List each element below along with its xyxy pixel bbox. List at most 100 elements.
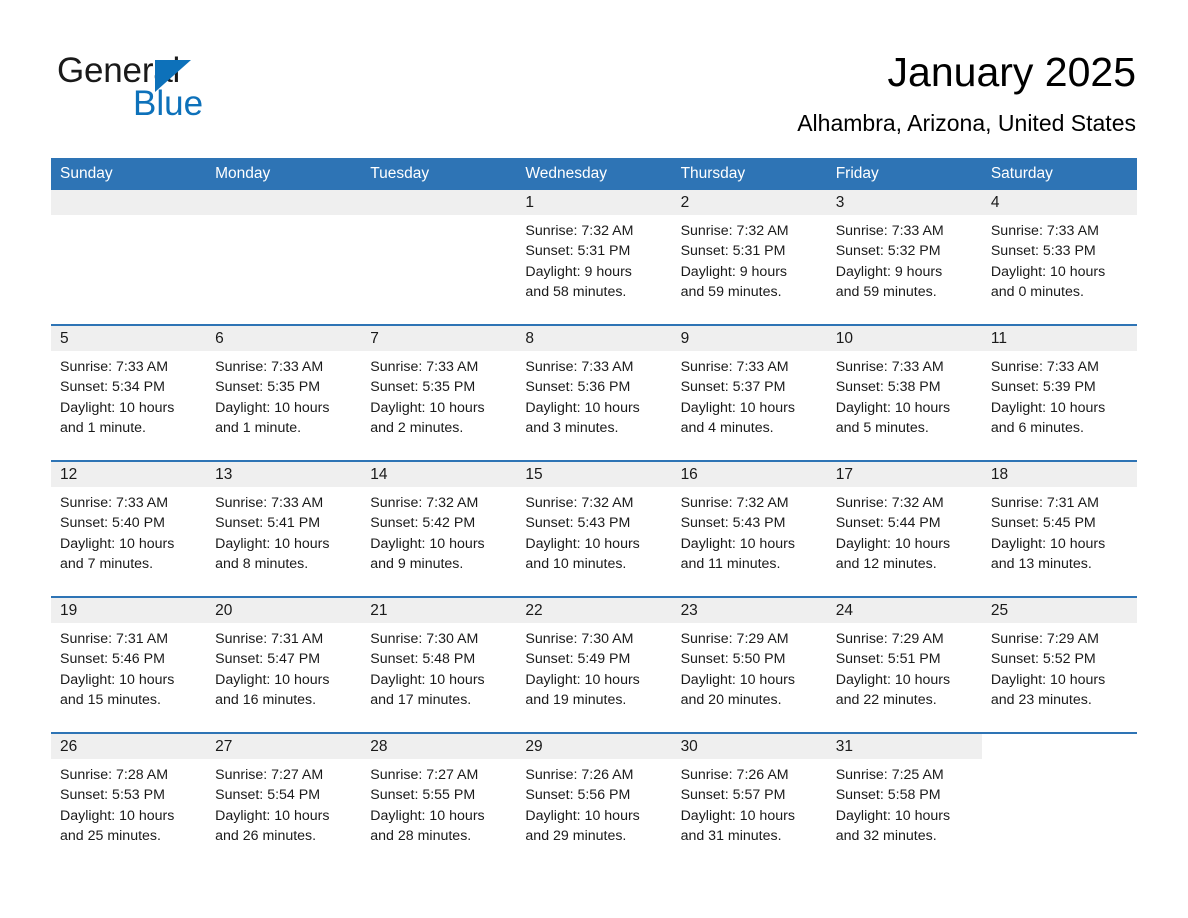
calendar-day-cell[interactable]: 2 Sunrise: 7:32 AM Sunset: 5:31 PM Daylight… bbox=[671, 190, 827, 325]
calendar-day-cell[interactable]: 21 Sunrise: 7:30 AM Sunset: 5:48 PM Dayligh… bbox=[361, 596, 517, 733]
day-detail-line: Sunset: 5:46 PM bbox=[60, 651, 165, 668]
day-detail-line: and 26 minutes. bbox=[215, 827, 317, 844]
day-detail-line: Sunset: 5:34 PM bbox=[60, 379, 165, 396]
calendar-day-cell[interactable]: 10 Sunrise: 7:33 AM Sunset: 5:38 PM Dayligh… bbox=[826, 324, 982, 461]
calendar-week-row: 19 Sunrise: 7:31 AM Sunset: 5:46 PM Dayligh… bbox=[51, 596, 1137, 733]
day-detail-line: Sunset: 5:49 PM bbox=[525, 651, 631, 668]
weekday-header-friday: Friday bbox=[826, 158, 982, 190]
day-detail-line: Sunrise: 7:26 AM bbox=[525, 767, 634, 783]
day-details bbox=[361, 215, 516, 221]
day-details: Sunrise: 7:32 AM Sunset: 5:43 PM Daylight:… bbox=[672, 487, 827, 574]
calendar-day-cell[interactable]: 9 Sunrise: 7:33 AM Sunset: 5:37 PM Daylight… bbox=[671, 324, 827, 461]
calendar-day-cell[interactable]: 20 Sunrise: 7:31 AM Sunset: 5:47 PM Dayligh… bbox=[206, 596, 362, 733]
day-detail-line: Sunrise: 7:33 AM bbox=[525, 359, 634, 375]
day-detail-line: and 19 minutes. bbox=[525, 691, 627, 708]
calendar-header-row: Sunday Monday Tuesday Wednesday Thursday Frid… bbox=[51, 158, 1137, 190]
calendar-day-cell[interactable]: 8 Sunrise: 7:33 AM Sunset: 5:36 PM Daylight… bbox=[516, 324, 672, 461]
calendar-day-cell[interactable]: 3 Sunrise: 7:33 AM Sunset: 5:32 PM Daylight… bbox=[826, 190, 982, 325]
day-details: Sunrise: 7:31 AM Sunset: 5:45 PM Daylight:… bbox=[982, 487, 1137, 574]
day-details: Sunrise: 7:32 AM Sunset: 5:31 PM Daylight:… bbox=[672, 215, 827, 302]
calendar-day-cell[interactable]: 5 Sunrise: 7:33 AM Sunset: 5:34 PM Daylight… bbox=[51, 324, 207, 461]
calendar-day-cell[interactable]: 17 Sunrise: 7:32 AM Sunset: 5:44 PM Dayligh… bbox=[826, 460, 982, 597]
day-detail-line: Daylight: 10 hours bbox=[680, 671, 795, 688]
calendar-day-cell[interactable]: 22 Sunrise: 7:30 AM Sunset: 5:49 PM Dayligh… bbox=[516, 596, 672, 733]
day-details: Sunrise: 7:33 AM Sunset: 5:38 PM Daylight:… bbox=[827, 351, 982, 438]
day-detail-line: and 32 minutes. bbox=[835, 827, 937, 844]
calendar-day-cell[interactable]: 14 Sunrise: 7:32 AM Sunset: 5:42 PM Dayligh… bbox=[361, 460, 517, 597]
general-blue-logo[interactable]: General Blue bbox=[57, 52, 317, 123]
calendar-day-cell[interactable]: 30 Sunrise: 7:26 AM Sunset: 5:57 PM Dayligh… bbox=[671, 732, 827, 868]
calendar-day-cell[interactable]: 23 Sunrise: 7:29 AM Sunset: 5:50 PM Dayligh… bbox=[671, 596, 827, 733]
day-detail-line: Daylight: 10 hours bbox=[370, 807, 485, 824]
day-detail-line: Sunset: 5:48 PM bbox=[370, 651, 476, 668]
calendar-day-cell[interactable]: 26 Sunrise: 7:28 AM Sunset: 5:53 PM Dayligh… bbox=[51, 732, 207, 868]
day-detail-line: and 23 minutes. bbox=[990, 691, 1092, 708]
day-detail-line: and 31 minutes. bbox=[680, 827, 782, 844]
day-detail-line: Daylight: 9 hours bbox=[835, 263, 943, 280]
calendar-day-cell[interactable]: 29 Sunrise: 7:26 AM Sunset: 5:56 PM Dayligh… bbox=[516, 732, 672, 868]
day-number: 8 bbox=[516, 326, 672, 351]
calendar-day-cell[interactable]: 31 Sunrise: 7:25 AM Sunset: 5:58 PM Dayligh… bbox=[826, 732, 982, 868]
day-number: 21 bbox=[361, 598, 517, 623]
day-detail-line: Daylight: 10 hours bbox=[680, 399, 795, 416]
day-detail-line: Sunrise: 7:32 AM bbox=[835, 495, 944, 511]
calendar-day-cell[interactable]: 7 Sunrise: 7:33 AM Sunset: 5:35 PM Daylight… bbox=[361, 324, 517, 461]
day-number: 14 bbox=[361, 462, 517, 487]
day-detail-line: Sunrise: 7:26 AM bbox=[680, 767, 789, 783]
day-detail-line: and 15 minutes. bbox=[60, 691, 161, 708]
day-detail-line: Daylight: 10 hours bbox=[60, 807, 175, 824]
day-detail-line: Sunset: 5:43 PM bbox=[680, 515, 786, 532]
day-detail-line: Sunset: 5:45 PM bbox=[990, 515, 1096, 532]
calendar-empty-cell bbox=[51, 190, 207, 325]
calendar-day-cell[interactable]: 11 Sunrise: 7:33 AM Sunset: 5:39 PM Dayligh… bbox=[981, 324, 1137, 461]
day-details: Sunrise: 7:31 AM Sunset: 5:47 PM Daylight:… bbox=[206, 623, 361, 710]
calendar-day-cell[interactable]: 25 Sunrise: 7:29 AM Sunset: 5:52 PM Dayligh… bbox=[981, 596, 1137, 733]
day-detail-line: Daylight: 10 hours bbox=[60, 399, 175, 416]
day-detail-line: Sunset: 5:50 PM bbox=[680, 651, 786, 668]
day-details: Sunrise: 7:32 AM Sunset: 5:31 PM Daylight:… bbox=[516, 215, 671, 302]
day-number: 12 bbox=[51, 462, 207, 487]
calendar-day-cell[interactable]: 4 Sunrise: 7:33 AM Sunset: 5:33 PM Daylight… bbox=[981, 190, 1137, 325]
day-details: Sunrise: 7:33 AM Sunset: 5:37 PM Daylight:… bbox=[672, 351, 827, 438]
day-number: 29 bbox=[516, 734, 672, 759]
day-number: 1 bbox=[516, 190, 672, 215]
day-number: 3 bbox=[826, 190, 982, 215]
day-detail-line: Sunrise: 7:32 AM bbox=[370, 495, 479, 511]
day-number bbox=[361, 190, 517, 215]
calendar-day-cell[interactable]: 1 Sunrise: 7:32 AM Sunset: 5:31 PM Daylight… bbox=[516, 190, 672, 325]
day-details: Sunrise: 7:31 AM Sunset: 5:46 PM Daylight:… bbox=[51, 623, 206, 710]
day-detail-line: Sunrise: 7:29 AM bbox=[835, 631, 944, 647]
day-detail-line: Sunrise: 7:33 AM bbox=[835, 223, 944, 239]
day-detail-line: Sunset: 5:44 PM bbox=[835, 515, 941, 532]
day-details: Sunrise: 7:33 AM Sunset: 5:41 PM Daylight:… bbox=[206, 487, 361, 574]
page-title: January 2025 bbox=[887, 49, 1136, 95]
calendar-day-cell[interactable]: 24 Sunrise: 7:29 AM Sunset: 5:51 PM Dayligh… bbox=[826, 596, 982, 733]
day-detail-line: and 1 minute. bbox=[215, 419, 302, 436]
calendar-day-cell[interactable]: 12 Sunrise: 7:33 AM Sunset: 5:40 PM Dayligh… bbox=[51, 460, 207, 597]
day-detail-line: Sunset: 5:35 PM bbox=[370, 379, 476, 396]
day-detail-line: Sunrise: 7:30 AM bbox=[525, 631, 634, 647]
day-number bbox=[981, 734, 1137, 759]
day-details: Sunrise: 7:27 AM Sunset: 5:54 PM Daylight:… bbox=[206, 759, 361, 846]
calendar-day-cell[interactable]: 13 Sunrise: 7:33 AM Sunset: 5:41 PM Dayligh… bbox=[206, 460, 362, 597]
day-detail-line: Sunrise: 7:33 AM bbox=[990, 223, 1099, 239]
day-detail-line: and 59 minutes. bbox=[680, 283, 782, 300]
calendar-day-cell[interactable]: 15 Sunrise: 7:32 AM Sunset: 5:43 PM Dayligh… bbox=[516, 460, 672, 597]
day-detail-line: and 13 minutes. bbox=[990, 555, 1092, 572]
calendar-day-cell[interactable]: 19 Sunrise: 7:31 AM Sunset: 5:46 PM Dayligh… bbox=[51, 596, 207, 733]
day-details: Sunrise: 7:32 AM Sunset: 5:42 PM Daylight:… bbox=[361, 487, 516, 574]
day-detail-line: Sunset: 5:55 PM bbox=[370, 787, 476, 804]
calendar-day-cell[interactable]: 16 Sunrise: 7:32 AM Sunset: 5:43 PM Dayligh… bbox=[671, 460, 827, 597]
calendar-day-cell[interactable]: 28 Sunrise: 7:27 AM Sunset: 5:55 PM Dayligh… bbox=[361, 732, 517, 868]
day-detail-line: Daylight: 10 hours bbox=[525, 399, 640, 416]
day-details: Sunrise: 7:32 AM Sunset: 5:44 PM Daylight:… bbox=[827, 487, 982, 574]
calendar-day-cell[interactable]: 6 Sunrise: 7:33 AM Sunset: 5:35 PM Daylight… bbox=[206, 324, 362, 461]
day-detail-line: Sunrise: 7:32 AM bbox=[525, 223, 634, 239]
day-detail-line: Sunrise: 7:31 AM bbox=[990, 495, 1099, 511]
calendar-day-cell[interactable]: 27 Sunrise: 7:27 AM Sunset: 5:54 PM Dayligh… bbox=[206, 732, 362, 868]
day-details: Sunrise: 7:30 AM Sunset: 5:49 PM Daylight:… bbox=[516, 623, 671, 710]
day-number: 31 bbox=[826, 734, 982, 759]
day-details: Sunrise: 7:33 AM Sunset: 5:33 PM Daylight:… bbox=[982, 215, 1137, 302]
day-number: 20 bbox=[206, 598, 362, 623]
calendar-day-cell[interactable]: 18 Sunrise: 7:31 AM Sunset: 5:45 PM Dayligh… bbox=[981, 460, 1137, 597]
